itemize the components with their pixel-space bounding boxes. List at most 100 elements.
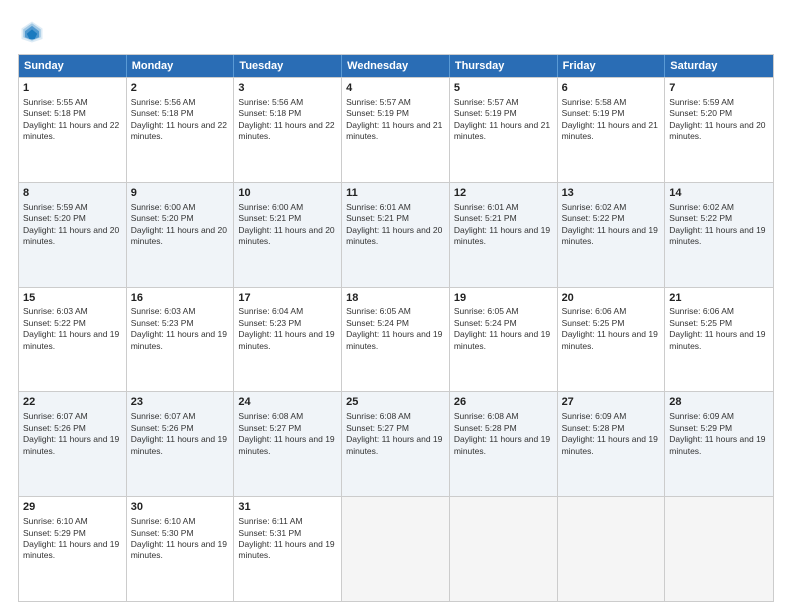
cell-info: Sunrise: 6:00 AMSunset: 5:20 PMDaylight:… bbox=[131, 202, 227, 246]
day-number: 8 bbox=[23, 186, 122, 201]
cell-info: Sunrise: 5:58 AMSunset: 5:19 PMDaylight:… bbox=[562, 97, 658, 141]
cell-info: Sunrise: 5:57 AMSunset: 5:19 PMDaylight:… bbox=[346, 97, 442, 141]
cell-info: Sunrise: 6:02 AMSunset: 5:22 PMDaylight:… bbox=[562, 202, 658, 246]
day-number: 7 bbox=[669, 81, 769, 96]
cal-cell-empty bbox=[558, 497, 666, 601]
day-number: 6 bbox=[562, 81, 661, 96]
cal-cell-day-12: 12Sunrise: 6:01 AMSunset: 5:21 PMDayligh… bbox=[450, 183, 558, 287]
cal-cell-day-13: 13Sunrise: 6:02 AMSunset: 5:22 PMDayligh… bbox=[558, 183, 666, 287]
cell-info: Sunrise: 6:05 AMSunset: 5:24 PMDaylight:… bbox=[346, 306, 442, 350]
day-number: 29 bbox=[23, 500, 122, 515]
cal-cell-day-30: 30Sunrise: 6:10 AMSunset: 5:30 PMDayligh… bbox=[127, 497, 235, 601]
day-number: 15 bbox=[23, 291, 122, 306]
cal-cell-empty bbox=[450, 497, 558, 601]
cell-info: Sunrise: 6:01 AMSunset: 5:21 PMDaylight:… bbox=[454, 202, 550, 246]
cell-info: Sunrise: 6:07 AMSunset: 5:26 PMDaylight:… bbox=[23, 411, 119, 455]
cal-cell-day-26: 26Sunrise: 6:08 AMSunset: 5:28 PMDayligh… bbox=[450, 392, 558, 496]
logo-icon bbox=[18, 18, 46, 46]
day-number: 27 bbox=[562, 395, 661, 410]
cell-info: Sunrise: 5:56 AMSunset: 5:18 PMDaylight:… bbox=[131, 97, 227, 141]
day-number: 10 bbox=[238, 186, 337, 201]
cal-cell-day-18: 18Sunrise: 6:05 AMSunset: 5:24 PMDayligh… bbox=[342, 288, 450, 392]
day-number: 2 bbox=[131, 81, 230, 96]
cal-week-2: 8Sunrise: 5:59 AMSunset: 5:20 PMDaylight… bbox=[19, 182, 773, 287]
cell-info: Sunrise: 6:06 AMSunset: 5:25 PMDaylight:… bbox=[669, 306, 765, 350]
header bbox=[18, 18, 774, 46]
cell-info: Sunrise: 6:08 AMSunset: 5:27 PMDaylight:… bbox=[238, 411, 334, 455]
cell-info: Sunrise: 6:10 AMSunset: 5:30 PMDaylight:… bbox=[131, 516, 227, 560]
cal-header-tuesday: Tuesday bbox=[234, 55, 342, 77]
day-number: 28 bbox=[669, 395, 769, 410]
day-number: 17 bbox=[238, 291, 337, 306]
cal-cell-day-25: 25Sunrise: 6:08 AMSunset: 5:27 PMDayligh… bbox=[342, 392, 450, 496]
cal-cell-day-16: 16Sunrise: 6:03 AMSunset: 5:23 PMDayligh… bbox=[127, 288, 235, 392]
day-number: 16 bbox=[131, 291, 230, 306]
day-number: 4 bbox=[346, 81, 445, 96]
cal-cell-day-19: 19Sunrise: 6:05 AMSunset: 5:24 PMDayligh… bbox=[450, 288, 558, 392]
cal-cell-day-14: 14Sunrise: 6:02 AMSunset: 5:22 PMDayligh… bbox=[665, 183, 773, 287]
cell-info: Sunrise: 6:05 AMSunset: 5:24 PMDaylight:… bbox=[454, 306, 550, 350]
cell-info: Sunrise: 6:07 AMSunset: 5:26 PMDaylight:… bbox=[131, 411, 227, 455]
cell-info: Sunrise: 6:06 AMSunset: 5:25 PMDaylight:… bbox=[562, 306, 658, 350]
cal-cell-day-17: 17Sunrise: 6:04 AMSunset: 5:23 PMDayligh… bbox=[234, 288, 342, 392]
day-number: 3 bbox=[238, 81, 337, 96]
cal-header-sunday: Sunday bbox=[19, 55, 127, 77]
day-number: 23 bbox=[131, 395, 230, 410]
cal-cell-day-7: 7Sunrise: 5:59 AMSunset: 5:20 PMDaylight… bbox=[665, 78, 773, 182]
cell-info: Sunrise: 6:08 AMSunset: 5:28 PMDaylight:… bbox=[454, 411, 550, 455]
day-number: 19 bbox=[454, 291, 553, 306]
page: SundayMondayTuesdayWednesdayThursdayFrid… bbox=[0, 0, 792, 612]
cal-cell-day-24: 24Sunrise: 6:08 AMSunset: 5:27 PMDayligh… bbox=[234, 392, 342, 496]
cell-info: Sunrise: 6:04 AMSunset: 5:23 PMDaylight:… bbox=[238, 306, 334, 350]
cell-info: Sunrise: 6:08 AMSunset: 5:27 PMDaylight:… bbox=[346, 411, 442, 455]
cell-info: Sunrise: 6:09 AMSunset: 5:29 PMDaylight:… bbox=[669, 411, 765, 455]
cal-cell-empty bbox=[342, 497, 450, 601]
cal-header-monday: Monday bbox=[127, 55, 235, 77]
cell-info: Sunrise: 6:11 AMSunset: 5:31 PMDaylight:… bbox=[238, 516, 334, 560]
cal-cell-day-5: 5Sunrise: 5:57 AMSunset: 5:19 PMDaylight… bbox=[450, 78, 558, 182]
day-number: 31 bbox=[238, 500, 337, 515]
cal-cell-day-15: 15Sunrise: 6:03 AMSunset: 5:22 PMDayligh… bbox=[19, 288, 127, 392]
day-number: 24 bbox=[238, 395, 337, 410]
day-number: 14 bbox=[669, 186, 769, 201]
cal-header-friday: Friday bbox=[558, 55, 666, 77]
day-number: 26 bbox=[454, 395, 553, 410]
day-number: 13 bbox=[562, 186, 661, 201]
cell-info: Sunrise: 5:59 AMSunset: 5:20 PMDaylight:… bbox=[23, 202, 119, 246]
cal-week-1: 1Sunrise: 5:55 AMSunset: 5:18 PMDaylight… bbox=[19, 77, 773, 182]
cal-header-saturday: Saturday bbox=[665, 55, 773, 77]
cell-info: Sunrise: 5:55 AMSunset: 5:18 PMDaylight:… bbox=[23, 97, 119, 141]
cal-cell-day-27: 27Sunrise: 6:09 AMSunset: 5:28 PMDayligh… bbox=[558, 392, 666, 496]
day-number: 25 bbox=[346, 395, 445, 410]
cal-cell-day-8: 8Sunrise: 5:59 AMSunset: 5:20 PMDaylight… bbox=[19, 183, 127, 287]
day-number: 30 bbox=[131, 500, 230, 515]
day-number: 5 bbox=[454, 81, 553, 96]
cal-cell-day-21: 21Sunrise: 6:06 AMSunset: 5:25 PMDayligh… bbox=[665, 288, 773, 392]
cell-info: Sunrise: 6:01 AMSunset: 5:21 PMDaylight:… bbox=[346, 202, 442, 246]
day-number: 12 bbox=[454, 186, 553, 201]
cell-info: Sunrise: 6:00 AMSunset: 5:21 PMDaylight:… bbox=[238, 202, 334, 246]
cal-header-wednesday: Wednesday bbox=[342, 55, 450, 77]
cal-cell-day-20: 20Sunrise: 6:06 AMSunset: 5:25 PMDayligh… bbox=[558, 288, 666, 392]
day-number: 20 bbox=[562, 291, 661, 306]
cell-info: Sunrise: 6:03 AMSunset: 5:23 PMDaylight:… bbox=[131, 306, 227, 350]
cal-week-4: 22Sunrise: 6:07 AMSunset: 5:26 PMDayligh… bbox=[19, 391, 773, 496]
cal-cell-day-29: 29Sunrise: 6:10 AMSunset: 5:29 PMDayligh… bbox=[19, 497, 127, 601]
cal-cell-day-11: 11Sunrise: 6:01 AMSunset: 5:21 PMDayligh… bbox=[342, 183, 450, 287]
cal-cell-day-1: 1Sunrise: 5:55 AMSunset: 5:18 PMDaylight… bbox=[19, 78, 127, 182]
cal-cell-day-9: 9Sunrise: 6:00 AMSunset: 5:20 PMDaylight… bbox=[127, 183, 235, 287]
cal-cell-day-28: 28Sunrise: 6:09 AMSunset: 5:29 PMDayligh… bbox=[665, 392, 773, 496]
cal-cell-day-4: 4Sunrise: 5:57 AMSunset: 5:19 PMDaylight… bbox=[342, 78, 450, 182]
cal-week-5: 29Sunrise: 6:10 AMSunset: 5:29 PMDayligh… bbox=[19, 496, 773, 601]
cal-cell-day-3: 3Sunrise: 5:56 AMSunset: 5:18 PMDaylight… bbox=[234, 78, 342, 182]
logo bbox=[18, 18, 50, 46]
cal-cell-empty bbox=[665, 497, 773, 601]
day-number: 22 bbox=[23, 395, 122, 410]
day-number: 1 bbox=[23, 81, 122, 96]
cal-cell-day-2: 2Sunrise: 5:56 AMSunset: 5:18 PMDaylight… bbox=[127, 78, 235, 182]
cal-week-3: 15Sunrise: 6:03 AMSunset: 5:22 PMDayligh… bbox=[19, 287, 773, 392]
cell-info: Sunrise: 6:09 AMSunset: 5:28 PMDaylight:… bbox=[562, 411, 658, 455]
cal-cell-day-23: 23Sunrise: 6:07 AMSunset: 5:26 PMDayligh… bbox=[127, 392, 235, 496]
day-number: 18 bbox=[346, 291, 445, 306]
cell-info: Sunrise: 5:56 AMSunset: 5:18 PMDaylight:… bbox=[238, 97, 334, 141]
